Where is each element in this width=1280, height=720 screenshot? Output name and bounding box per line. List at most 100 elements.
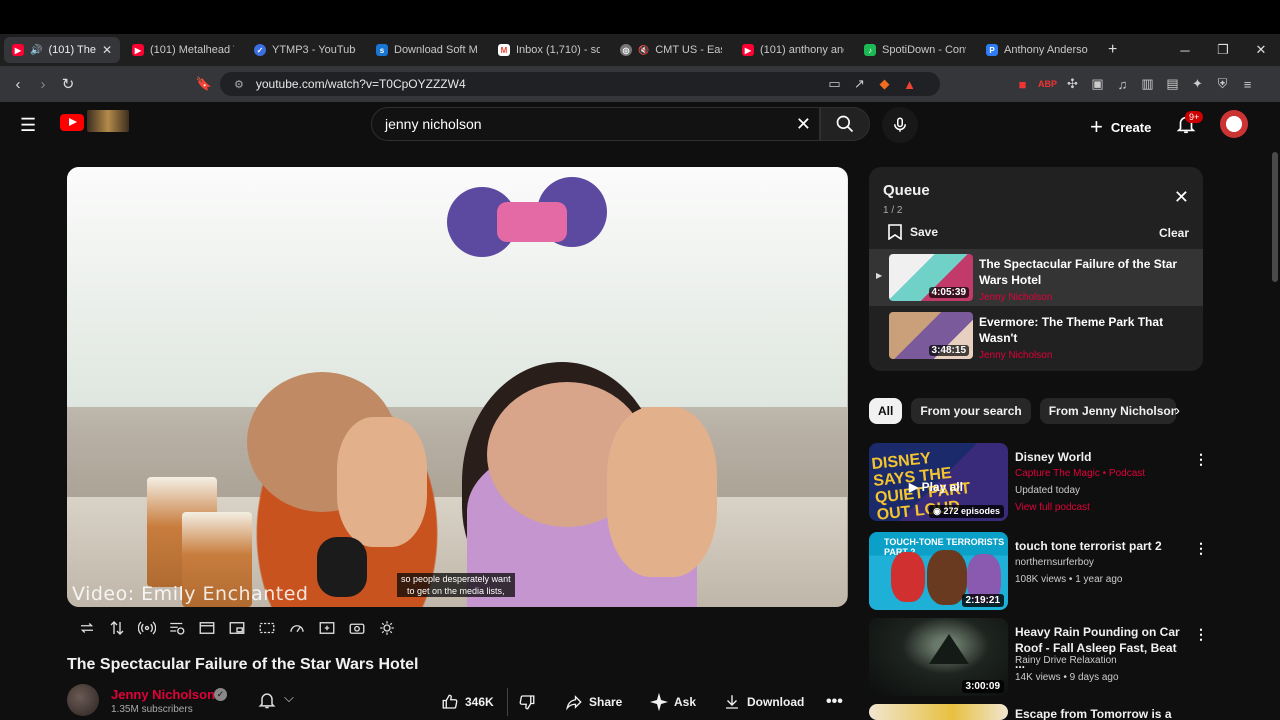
screenshot-camera-icon[interactable]	[346, 617, 367, 638]
puzzle-icon[interactable]: ✣	[1060, 76, 1085, 92]
queue-panel: Queue 1 / 2 ✕ Save Clear ▶ 4:05:39 The S…	[869, 167, 1203, 371]
window-close-icon[interactable]: ✕	[1242, 42, 1280, 58]
theater-icon[interactable]	[196, 617, 217, 638]
brave-rewards-icon[interactable]: ▲	[897, 77, 922, 92]
channel-name[interactable]: Jenny Nicholson	[111, 687, 215, 702]
cast-icon[interactable]: ▭	[822, 76, 847, 92]
media-icon[interactable]: ♫	[1110, 77, 1135, 92]
recommendation-channel[interactable]: Capture The Magic	[1015, 468, 1100, 479]
sort-icon[interactable]	[106, 617, 127, 638]
download-label: Download	[747, 695, 805, 709]
speaker-icon[interactable]: 🔊	[30, 45, 42, 56]
leo-icon[interactable]: ✦	[1185, 76, 1210, 92]
video-thumbnail: 3:00:09	[869, 618, 1008, 696]
account-avatar[interactable]	[1220, 110, 1248, 138]
back-icon[interactable]: ‹	[6, 76, 30, 93]
sidebar-icon[interactable]: ▥	[1135, 76, 1160, 92]
queue-item-channel: Jenny Nicholson	[979, 350, 1053, 361]
search-input[interactable]: jenny nicholson ✕	[371, 107, 820, 141]
browser-tab[interactable]: ▶ (101) anthony and	[734, 37, 852, 63]
clear-queue-button[interactable]: Clear	[1159, 226, 1189, 240]
vpn-icon[interactable]: ⛨	[1210, 76, 1235, 92]
subscription-bell-button[interactable]: ⌵	[257, 690, 294, 713]
extension-red-icon[interactable]: ■	[1010, 77, 1035, 92]
wallet-icon[interactable]: ▤	[1160, 76, 1185, 92]
chevron-right-icon[interactable]: ›	[1175, 402, 1180, 419]
browser-tab[interactable]: ♪ SpotiDown - Conv	[856, 37, 974, 63]
youtube-logo-icon[interactable]	[60, 114, 84, 131]
chip-all[interactable]: All	[869, 398, 903, 424]
recommendation-channel[interactable]: northernsurferboy	[1015, 557, 1094, 568]
more-options-icon[interactable]: ⋮	[1194, 451, 1208, 468]
loop-icon[interactable]	[76, 617, 97, 638]
mute-icon[interactable]: 🔇	[638, 45, 649, 56]
new-tab-button[interactable]: +	[1100, 37, 1126, 63]
queue-item-title: The Spectacular Failure of the Star Wars…	[979, 257, 1178, 287]
share-button[interactable]: Share	[565, 688, 622, 716]
chevron-down-icon: ⌵	[284, 690, 294, 705]
download-button[interactable]: Download	[723, 688, 804, 716]
ask-button[interactable]: Ask	[650, 688, 696, 716]
dislike-button[interactable]	[507, 688, 536, 716]
recommendation-item[interactable]: 3:00:09 Heavy Rain Pounding on Car Roof …	[869, 618, 1208, 698]
queue-item[interactable]: 3:48:15 Evermore: The Theme Park That Wa…	[869, 307, 1203, 364]
browser-tab[interactable]: P Anthony Anderson	[978, 37, 1096, 63]
view-full-podcast-link[interactable]: View full podcast	[1015, 502, 1090, 513]
page-scrollbar[interactable]	[1272, 152, 1278, 282]
plus-icon: +	[1090, 114, 1103, 139]
recommendation-title: touch tone terrorist part 2	[1015, 539, 1162, 553]
player-tools-bar	[76, 617, 397, 638]
chip-from-your-search[interactable]: From your search	[911, 398, 1031, 424]
search-button[interactable]	[820, 107, 870, 141]
channel-avatar[interactable]	[67, 684, 99, 716]
video-player[interactable]: Video: Emily Enchanted so people despera…	[67, 167, 848, 607]
create-button[interactable]: + Create	[1090, 114, 1151, 140]
reload-icon[interactable]: ↻	[56, 75, 80, 93]
menu-icon[interactable]: ≡	[1235, 77, 1260, 92]
close-icon[interactable]: ✕	[102, 43, 112, 57]
more-actions-icon[interactable]: •••	[826, 688, 843, 716]
close-queue-icon[interactable]: ✕	[1174, 187, 1189, 208]
save-queue-button[interactable]: Save	[888, 224, 938, 240]
recommendation-item[interactable]: Escape from Tomorrow is a	[869, 704, 1203, 720]
video-captions: so people desperately want to get on the…	[397, 573, 515, 597]
youtube-doodle-icon[interactable]	[87, 110, 129, 132]
adblock-icon[interactable]: ABP	[1035, 79, 1060, 89]
hamburger-menu-icon[interactable]: ☰	[20, 115, 40, 136]
like-button[interactable]: 346K	[441, 688, 494, 716]
settings-gear-icon[interactable]	[376, 617, 397, 638]
brave-shield-icon[interactable]: ◆	[872, 76, 897, 92]
play-all-overlay[interactable]: ▶ Play all	[909, 480, 963, 494]
site-settings-icon[interactable]: ⚙	[234, 78, 244, 91]
maximize-icon[interactable]: ❐	[1204, 42, 1242, 58]
queue-item[interactable]: ▶ 4:05:39 The Spectacular Failure of the…	[869, 249, 1203, 306]
filter-chips: All From your search From Jenny Nicholso…	[869, 398, 1176, 424]
picture-in-picture-icon[interactable]	[226, 617, 247, 638]
browser-tab[interactable]: ▶ 🔊 (101) The S ✕	[4, 37, 120, 63]
recommendation-channel[interactable]: Rainy Drive Relaxation	[1015, 655, 1117, 666]
browser-tab[interactable]: M Inbox (1,710) - sdi	[490, 37, 608, 63]
search-value: jenny nicholson	[385, 116, 482, 132]
more-options-icon[interactable]: ⋮	[1194, 540, 1208, 557]
search-icon	[836, 115, 854, 133]
minimize-icon[interactable]: ─	[1166, 43, 1204, 58]
recommendation-item[interactable]: DISNEY SAYS THE QUIET PART OUT LOUD ▶ Play …	[869, 443, 1208, 523]
speed-gauge-icon[interactable]	[286, 617, 307, 638]
chip-from-channel[interactable]: From Jenny Nicholson	[1039, 398, 1176, 424]
clear-search-icon[interactable]: ✕	[796, 114, 811, 135]
enhance-icon[interactable]	[316, 617, 337, 638]
watch-list-icon[interactable]	[166, 617, 187, 638]
broadcast-icon[interactable]	[136, 617, 157, 638]
frame-icon[interactable]	[256, 617, 277, 638]
browser-tab[interactable]: s Download Soft M	[368, 37, 486, 63]
browser-tab[interactable]: ✓ YTMP3 - YouTube	[246, 37, 364, 63]
more-options-icon[interactable]: ⋮	[1194, 626, 1208, 643]
extension-box-icon[interactable]: ▣	[1085, 76, 1110, 92]
browser-tab[interactable]: ▶ (101) Metalhead T	[124, 37, 242, 63]
share-icon[interactable]: ↗	[847, 76, 872, 92]
browser-tab[interactable]: ◎ 🔇 CMT US - East	[612, 37, 730, 63]
recommendation-item[interactable]: TOUCH-TONE TERRORISTS PART 2 2:19:21 tou…	[869, 532, 1208, 612]
voice-search-button[interactable]	[882, 107, 918, 143]
bookmark-icon[interactable]: 🔖	[192, 76, 216, 92]
forward-icon[interactable]: ›	[31, 76, 55, 93]
